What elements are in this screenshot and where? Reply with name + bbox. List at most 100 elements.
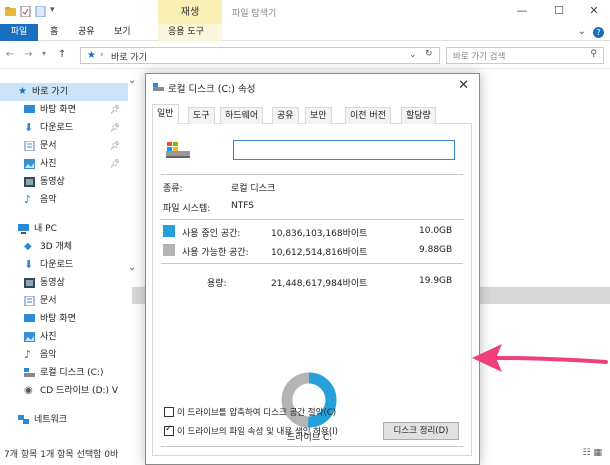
sidebar-item-quick-access[interactable]: ★ 바로 가기 <box>0 83 128 101</box>
status-text: 7개 항목 1개 항목 선택함 0바 <box>4 450 119 460</box>
sidebar-item-label: 다운로드 <box>40 260 74 270</box>
sidebar-item-label: 네트워크 <box>34 415 68 425</box>
compress-checkbox[interactable] <box>164 407 174 417</box>
video-icon <box>24 278 35 288</box>
group-collapse-icon[interactable]: ⌄ <box>128 262 136 273</box>
pin-icon[interactable]: 📌︎ <box>110 119 120 137</box>
properties-dialog: 로컬 디스크 (C:) 속성 ✕ 일반 도구 하드웨어 공유 보안 이전 버전 … <box>145 73 480 465</box>
sidebar-item-videos[interactable]: 동영상 <box>0 274 128 292</box>
tab-quota[interactable]: 할당량 <box>401 107 436 124</box>
pin-icon[interactable]: 📌︎ <box>110 137 120 155</box>
sidebar-item-desktop[interactable]: 바탕 화면 📌︎ <box>0 101 128 119</box>
sidebar-item-music[interactable]: ♪ 음악 <box>0 191 128 209</box>
tab-app-tools[interactable]: 응용 도구 <box>162 24 210 41</box>
download-icon: ⬇ <box>24 121 34 134</box>
computer-icon <box>18 224 29 234</box>
help-icon[interactable]: ? <box>593 27 604 38</box>
video-icon <box>24 177 35 187</box>
new-folder-icon[interactable] <box>35 6 46 17</box>
picture-icon <box>24 159 35 169</box>
annotation-arrow <box>472 344 608 372</box>
free-space-swatch <box>163 244 175 256</box>
group-collapse-icon[interactable]: ⌄ <box>128 75 136 86</box>
tab-security[interactable]: 보안 <box>305 107 332 124</box>
sidebar-item-videos[interactable]: 동영상 <box>0 173 128 191</box>
music-icon: ♪ <box>24 348 32 361</box>
sidebar-item-pictures[interactable]: 사진 📌︎ <box>0 155 128 173</box>
sidebar-item-cd-drive[interactable]: ◉ CD 드라이브 (D:) V <box>0 382 128 400</box>
sidebar-item-network[interactable]: 네트워크 <box>0 411 128 429</box>
capacity-label: 용량: <box>207 279 227 289</box>
pin-icon[interactable]: 📌︎ <box>110 101 120 119</box>
sidebar-item-downloads[interactable]: ⬇ 다운로드 📌︎ <box>0 119 128 137</box>
minimize-button[interactable]: — <box>512 4 532 18</box>
divider <box>161 174 463 175</box>
pin-icon[interactable]: 📌︎ <box>110 155 120 173</box>
divider <box>161 263 463 264</box>
back-button[interactable]: ← <box>6 49 14 60</box>
tab-tools[interactable]: 도구 <box>188 107 215 124</box>
context-tab[interactable]: 재생 <box>158 0 222 24</box>
sidebar-item-documents[interactable]: 문서 <box>0 292 128 310</box>
sidebar-item-3d-objects[interactable]: ◆ 3D 개체 <box>0 238 128 256</box>
file-system-label: 파일 시스템: <box>163 204 211 214</box>
sidebar-item-this-pc[interactable]: 내 PC <box>0 220 128 238</box>
sidebar-item-label: 로컬 디스크 (C:) <box>40 368 104 378</box>
sidebar-item-documents[interactable]: 문서 📌︎ <box>0 137 128 155</box>
breadcrumb[interactable]: 바로 가기 <box>111 50 147 63</box>
folder-icon <box>5 7 16 16</box>
tab-general[interactable]: 일반 <box>152 104 179 125</box>
disk-cleanup-button[interactable]: 디스크 정리(D) <box>383 422 459 440</box>
sidebar-item-label: 다운로드 <box>40 123 74 133</box>
tab-file[interactable]: 파일 <box>0 24 38 41</box>
properties-icon[interactable] <box>20 6 31 17</box>
forward-button[interactable]: → <box>24 49 32 60</box>
star-icon: ★ <box>18 86 27 97</box>
address-field[interactable]: ★ › 바로 가기 ⌄ ↻ <box>80 47 440 64</box>
sidebar-item-label: 3D 개체 <box>40 242 73 252</box>
up-button[interactable]: ↑ <box>58 49 66 60</box>
sidebar-item-label: 내 PC <box>34 224 57 234</box>
sidebar-item-label: 바로 가기 <box>32 87 68 97</box>
sidebar-item-local-disk[interactable]: 로컬 디스크 (C:) <box>0 364 128 382</box>
network-icon <box>18 415 29 424</box>
refresh-icon[interactable]: ↻ <box>425 49 433 59</box>
maximize-button[interactable]: ☐ <box>549 4 569 18</box>
divider <box>161 446 463 447</box>
used-space-label: 사용 중인 공간: <box>182 229 241 239</box>
tab-hardware[interactable]: 하드웨어 <box>220 107 264 124</box>
sidebar-item-label: CD 드라이브 (D:) V <box>40 386 119 396</box>
dialog-close-button[interactable]: ✕ <box>458 78 469 93</box>
desktop-icon <box>24 105 35 113</box>
sidebar-item-downloads[interactable]: ⬇ 다운로드 <box>0 256 128 274</box>
sidebar-item-desktop[interactable]: 바탕 화면 <box>0 310 128 328</box>
sidebar-item-pictures[interactable]: 사진 <box>0 328 128 346</box>
recent-dropdown-icon[interactable]: ▾ <box>42 49 46 58</box>
drive-name-input[interactable] <box>233 140 455 160</box>
tab-share[interactable]: 공유 <box>72 24 101 41</box>
index-label: 이 드라이브의 파일 속성 및 내용 색인 허용(I) <box>177 427 338 437</box>
sidebar-item-label: 사진 <box>40 332 57 342</box>
drive-icon <box>166 142 190 158</box>
qat-dropdown-icon[interactable]: ▾ <box>50 5 55 15</box>
tab-sharing[interactable]: 공유 <box>272 107 299 124</box>
tab-previous-versions[interactable]: 이전 버전 <box>345 107 391 124</box>
view-toggle-icon[interactable]: ☷ ▦ <box>583 448 602 458</box>
sidebar-item-music[interactable]: ♪ 음악 <box>0 346 128 364</box>
address-bar: ← → ▾ ↑ ★ › 바로 가기 ⌄ ↻ 바로 가기 검색 ⚲ <box>0 41 610 69</box>
sidebar-item-label: 음악 <box>40 350 57 360</box>
tab-view[interactable]: 보기 <box>108 24 137 41</box>
drive-icon <box>153 83 164 91</box>
ribbon-expand-icon[interactable]: ⌄ <box>578 26 586 37</box>
search-icon[interactable]: ⚲ <box>590 49 597 59</box>
picture-icon <box>24 332 35 342</box>
close-button[interactable]: ✕ <box>584 4 604 18</box>
capacity-gb: 19.9GB <box>419 276 453 286</box>
search-field[interactable]: 바로 가기 검색 ⚲ <box>446 47 604 64</box>
free-space-bytes: 10,612,514,816바이트 <box>271 248 368 258</box>
tab-home[interactable]: 홈 <box>44 24 64 41</box>
address-dropdown-icon[interactable]: ⌄ <box>409 50 417 60</box>
index-checkbox[interactable] <box>164 424 174 436</box>
drive-icon <box>24 368 35 377</box>
navigation-pane: ★ 바로 가기 바탕 화면 📌︎ ⬇ 다운로드 📌︎ 문서 📌︎ 사진 📌︎ 동… <box>0 78 128 448</box>
